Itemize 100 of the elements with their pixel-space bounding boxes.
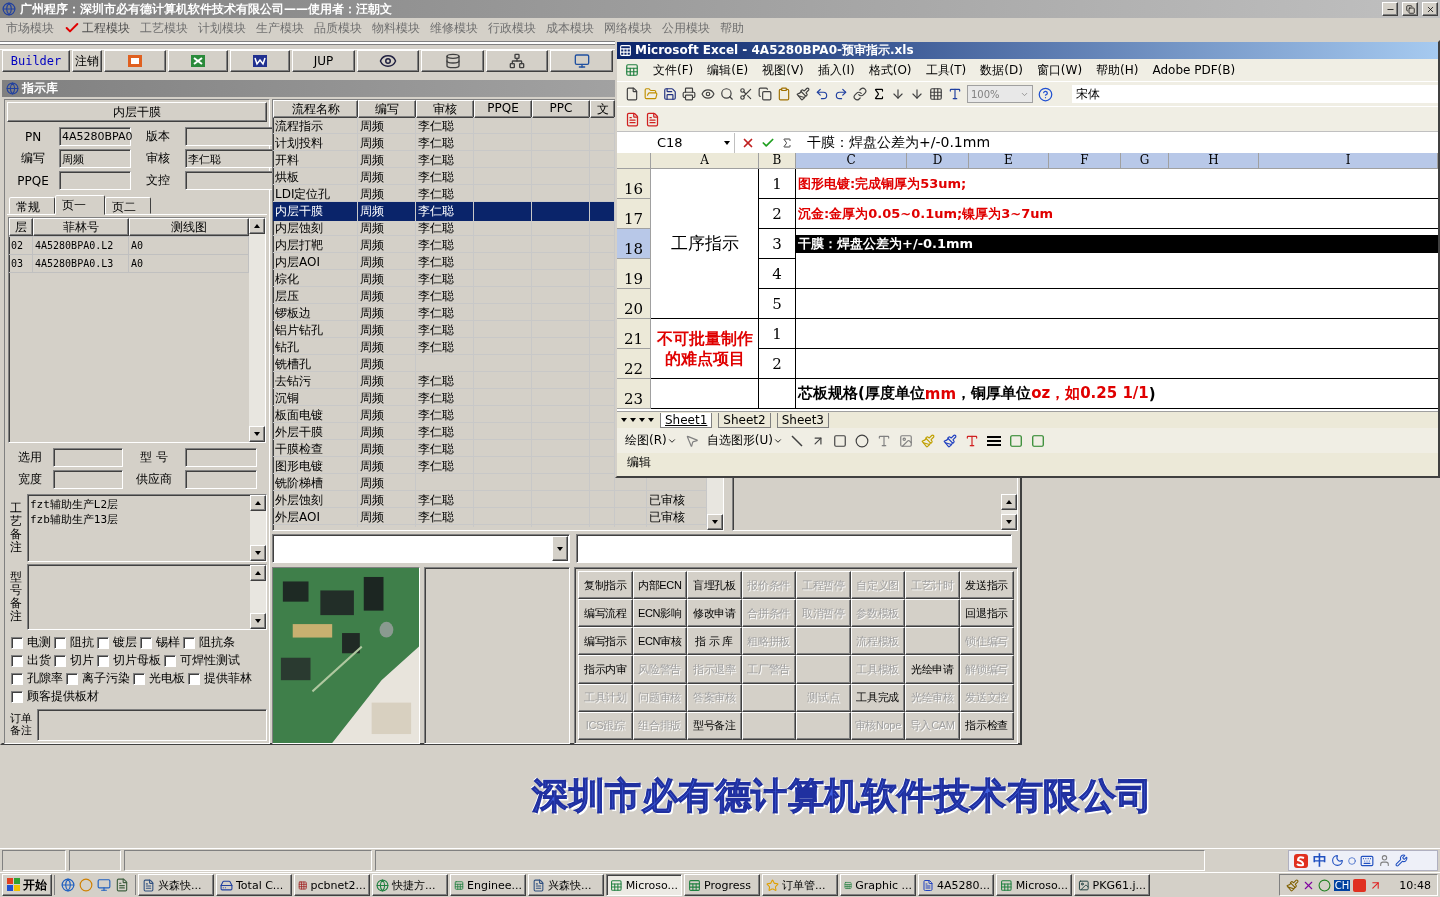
- scrollbar[interactable]: [250, 495, 266, 561]
- input-field[interactable]: 4A5280BPA0: [59, 127, 131, 146]
- blank-button[interactable]: [796, 627, 851, 656]
- blank-button[interactable]: [796, 655, 851, 684]
- row-header[interactable]: 20: [617, 289, 651, 319]
- column-header[interactable]: G: [1121, 153, 1169, 169]
- column-header[interactable]: 文: [590, 100, 615, 118]
- menu-item[interactable]: 编辑(E): [707, 61, 749, 79]
- blank-button[interactable]: [796, 711, 851, 740]
- input-field[interactable]: [53, 470, 123, 489]
- tab[interactable]: 常规: [9, 197, 55, 214]
- column-header[interactable]: F: [1049, 153, 1121, 169]
- table-cell[interactable]: 铣槽孔: [273, 355, 358, 374]
- action-button[interactable]: 回退指示: [959, 599, 1014, 628]
- column-header[interactable]: B: [759, 153, 796, 169]
- row-header[interactable]: 18: [617, 229, 651, 259]
- menu-item[interactable]: 视图(V): [762, 61, 804, 79]
- start-button[interactable]: 开始: [2, 874, 52, 896]
- table-cell[interactable]: 内层AOI: [273, 253, 358, 272]
- column-header[interactable]: C: [796, 153, 907, 169]
- toolbar-icon-button[interactable]: [421, 50, 484, 72]
- dropdown[interactable]: [272, 534, 570, 563]
- table-cell[interactable]: 干膜检查: [273, 440, 358, 459]
- column-header[interactable]: H: [1169, 153, 1259, 169]
- module-menu-item[interactable]: 工程模块: [62, 19, 138, 37]
- formula-field[interactable]: 干膜：焊盘公差为+/-0.1mm: [807, 133, 991, 152]
- table-cell[interactable]: 计划投料: [273, 134, 358, 153]
- restore-button[interactable]: [1402, 2, 1418, 16]
- checkbox[interactable]: [54, 636, 66, 649]
- row-header[interactable]: 21: [617, 319, 651, 349]
- action-button[interactable]: 内部ECN: [632, 571, 687, 600]
- row-header[interactable]: 23: [617, 379, 651, 409]
- table-cell[interactable]: 去钻污: [273, 372, 358, 391]
- taskbar-button[interactable]: PKG61.j...: [1074, 874, 1150, 896]
- action-button[interactable]: 指示内审: [578, 655, 633, 684]
- action-button[interactable]: 盲埋孔板: [687, 571, 742, 600]
- table-cell[interactable]: 棕化: [273, 270, 358, 289]
- autoshape-menu[interactable]: 自选图形(U): [706, 432, 783, 449]
- menu-item[interactable]: Adobe PDF(B): [1152, 63, 1236, 77]
- tab[interactable]: 页一: [55, 195, 105, 215]
- table-cell[interactable]: 板面电镀: [273, 406, 358, 425]
- column-header[interactable]: A: [651, 153, 759, 169]
- scrollbar[interactable]: [250, 565, 266, 629]
- taskbar-button[interactable]: 4A5280...: [918, 874, 994, 896]
- table-cell[interactable]: 流程指示: [273, 117, 358, 136]
- toolbar-icon-button[interactable]: [168, 50, 228, 72]
- checkbox[interactable]: [66, 672, 78, 685]
- table-cell[interactable]: 沉铜: [273, 389, 358, 408]
- checkbox[interactable]: [140, 636, 152, 649]
- action-button[interactable]: 发送指示: [959, 571, 1014, 600]
- checkbox[interactable]: [11, 636, 23, 649]
- taskbar-button[interactable]: 兴森快...: [138, 874, 214, 896]
- input-field[interactable]: [185, 470, 257, 489]
- table-cell[interactable]: 外层干膜: [273, 423, 358, 442]
- taskbar-button[interactable]: Graphic ...: [840, 874, 916, 896]
- table-cell[interactable]: 钻孔: [273, 338, 358, 357]
- table-cell[interactable]: 图形电镀: [273, 457, 358, 476]
- column-header[interactable]: 流程名称: [273, 100, 358, 118]
- table-cell[interactable]: 外层AOI: [273, 508, 358, 527]
- taskbar-button[interactable]: Microso...: [996, 874, 1072, 896]
- input-field[interactable]: [185, 127, 273, 146]
- sheet-tab[interactable]: Sheet2: [718, 412, 771, 428]
- row-header[interactable]: 22: [617, 349, 651, 379]
- sheet-tab[interactable]: Sheet1: [660, 412, 713, 428]
- action-button[interactable]: ECN影响: [632, 599, 687, 628]
- blank-button[interactable]: [905, 599, 960, 628]
- blank-button[interactable]: [905, 627, 960, 656]
- row-header[interactable]: 17: [617, 199, 651, 229]
- checkbox[interactable]: [188, 672, 200, 685]
- checkbox[interactable]: [97, 654, 109, 667]
- action-button[interactable]: 编写指示: [578, 627, 633, 656]
- language-indicator[interactable]: CH: [1333, 879, 1351, 891]
- table-cell[interactable]: 铣阶梯槽: [273, 474, 358, 493]
- table-cell[interactable]: 外层蚀刻: [273, 491, 358, 510]
- table-cell[interactable]: 烘板: [273, 168, 358, 187]
- action-button[interactable]: 指 示 库: [687, 627, 742, 656]
- column-header[interactable]: 编写: [358, 100, 416, 118]
- taskbar-button[interactable]: Microso...: [606, 874, 682, 896]
- input-field[interactable]: [59, 171, 131, 190]
- taskbar-button[interactable]: 订单管...: [762, 874, 838, 896]
- row-header[interactable]: 19: [617, 259, 651, 289]
- checkbox[interactable]: [133, 672, 145, 685]
- column-header[interactable]: I: [1259, 153, 1438, 169]
- font-field[interactable]: 宋体: [1072, 85, 1438, 103]
- table-cell[interactable]: 内层干膜: [273, 202, 358, 221]
- scrollbar[interactable]: [249, 218, 265, 442]
- action-button[interactable]: 光绘申请: [905, 655, 960, 684]
- toolbar-icon-button[interactable]: [550, 50, 613, 72]
- toolbar-button[interactable]: Builder: [2, 50, 70, 72]
- minimize-button[interactable]: [1382, 2, 1398, 16]
- table-cell[interactable]: 锣板边: [273, 304, 358, 323]
- checkbox[interactable]: [54, 654, 66, 667]
- table-cell[interactable]: 内层蚀刻: [273, 219, 358, 238]
- toolbar-icon-button[interactable]: [230, 50, 290, 72]
- column-header[interactable]: 测线图: [129, 218, 249, 236]
- memo-field[interactable]: [27, 564, 267, 630]
- checkbox[interactable]: [11, 672, 23, 685]
- menu-item[interactable]: 数据(D): [980, 61, 1023, 79]
- action-button[interactable]: 编写流程: [578, 599, 633, 628]
- sheet-nav-icon[interactable]: [621, 418, 654, 422]
